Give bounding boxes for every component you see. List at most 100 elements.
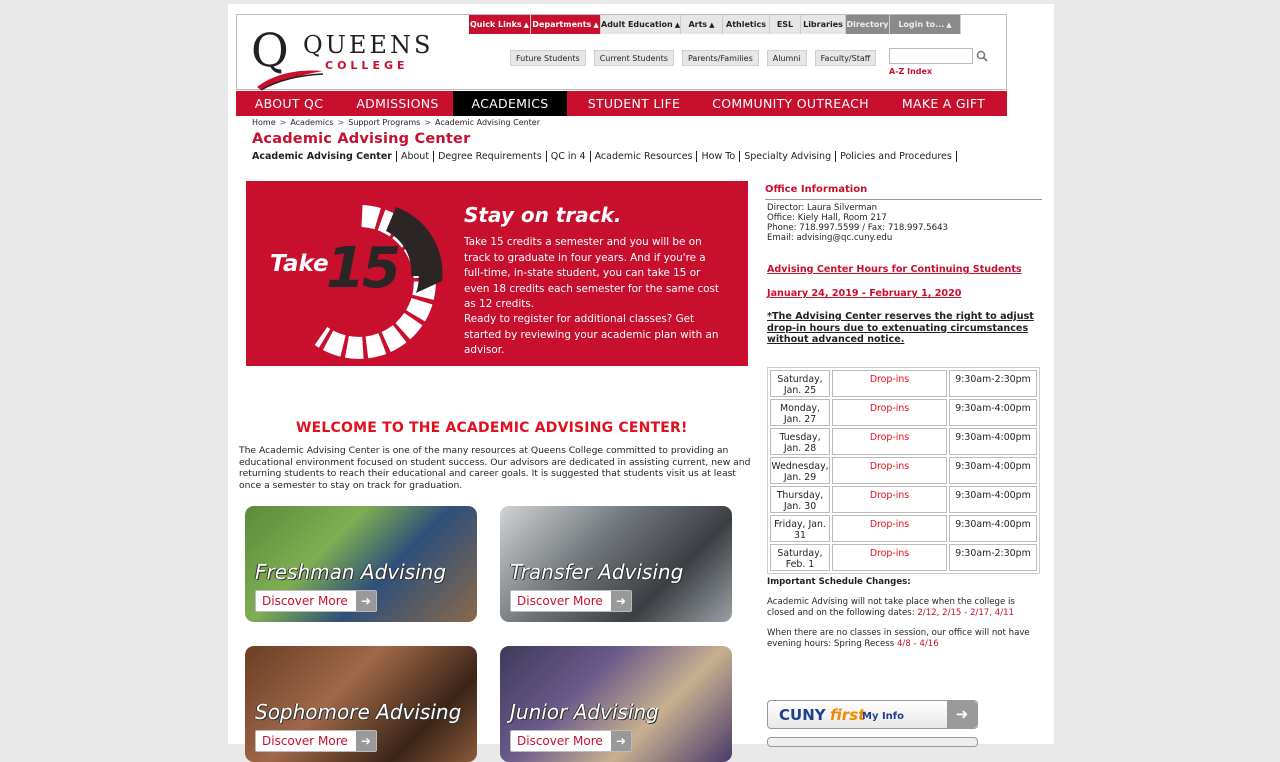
section-nav-item[interactable]: Policies and Procedures	[836, 151, 957, 162]
office-email[interactable]: Email: advising@qc.cuny.edu	[767, 233, 948, 243]
section-nav-item[interactable]: About	[396, 151, 435, 162]
discover-more-label: Discover More	[262, 594, 348, 608]
hours-type: Drop-ins	[832, 370, 947, 397]
hours-table: Saturday, Jan. 25 Drop-ins 9:30am-2:30pm Mo…	[767, 367, 1040, 574]
office-location: Office: Kiely Hall, Room 217	[767, 213, 887, 223]
caret-up-icon: ▲	[674, 21, 681, 29]
arrow-right-icon: ➜	[356, 591, 376, 611]
hours-time: 9:30am-2:30pm	[949, 370, 1037, 397]
tile-title: Sophomore Advising	[255, 700, 462, 724]
discover-more-button[interactable]: Discover More ➜	[510, 730, 632, 752]
advising-tile[interactable]: Junior Advising Discover More ➜	[500, 646, 732, 762]
az-index-link[interactable]: A-Z Index	[889, 67, 932, 76]
caret-up-icon: ▲	[709, 21, 715, 29]
audience-link[interactable]: Current Students	[593, 50, 674, 66]
discover-more-button[interactable]: Discover More ➜	[510, 590, 632, 612]
discover-more-button[interactable]: Discover More ➜	[255, 730, 377, 752]
breadcrumb: Home > Academics > Support Programs > Academic…	[252, 118, 540, 127]
hours-day: Monday, Jan. 27	[770, 399, 830, 426]
utility-nav-item[interactable]: Login to... ▲	[890, 15, 961, 34]
section-nav-item[interactable]: QC in 4	[546, 151, 591, 162]
schedule-recess-note: When there are no classes in session, ou…	[767, 628, 1037, 649]
advising-tile[interactable]: Freshman Advising Discover More ➜	[245, 506, 477, 622]
caret-up-icon: ▲	[523, 21, 530, 29]
hours-link[interactable]: Advising Center Hours for Continuing Stu…	[767, 264, 1022, 275]
banner-text: Take 15 credits a semester and you will …	[464, 236, 720, 310]
breadcrumb-item[interactable]: Support Programs	[348, 118, 420, 127]
utility-nav-label: Departments	[532, 20, 592, 29]
utility-nav-item[interactable]: Arts ▲	[681, 15, 723, 34]
utility-nav-label: Quick Links	[469, 20, 522, 29]
audience-link[interactable]: Future Students	[510, 50, 586, 66]
audience-link[interactable]: Parents/Families	[681, 50, 759, 66]
hours-row: Saturday, Jan. 25 Drop-ins 9:30am-2:30pm	[770, 370, 1037, 397]
hours-type: Drop-ins	[832, 428, 947, 455]
utility-nav-item[interactable]: Directory	[846, 15, 890, 34]
schedule-recess-dates: 4/8 - 4/16	[896, 638, 939, 649]
utility-nav-label: ESL	[776, 20, 794, 29]
banner-title: Stay on track.	[464, 203, 622, 227]
tile-title: Transfer Advising	[510, 560, 684, 584]
banner-cta-text: Ready to register for additional classes…	[464, 313, 719, 356]
breadcrumb-item[interactable]: Home	[252, 118, 276, 127]
main-nav-item[interactable]: COMMUNITY OUTREACH	[701, 91, 880, 116]
schedule-changes-heading: Important Schedule Changes:	[767, 577, 911, 587]
utility-nav-item[interactable]: ESL	[770, 15, 801, 34]
section-nav-item[interactable]: Academic Advising Center	[252, 151, 397, 162]
office-info-heading: Office Information	[765, 184, 868, 195]
utility-nav-label: Directory	[846, 20, 889, 29]
section-nav: Academic Advising Center About Degree Requ…	[252, 151, 957, 162]
utility-nav-item[interactable]: Departments ▲	[531, 15, 601, 34]
advising-tile[interactable]: Transfer Advising Discover More ➜	[500, 506, 732, 622]
advising-tile[interactable]: Sophomore Advising Discover More ➜	[245, 646, 477, 762]
date-range-link[interactable]: January 24, 2019 - February 1, 2020	[767, 288, 961, 299]
main-nav-item[interactable]: ABOUT QC	[236, 91, 342, 116]
cunyfirst-button[interactable]: CUNY first My Info ➜	[767, 700, 978, 729]
search-icon[interactable]	[976, 50, 988, 62]
main-nav-item[interactable]: ADMISSIONS	[342, 91, 453, 116]
breadcrumb-item[interactable]: Academics	[290, 118, 333, 127]
section-nav-item[interactable]: How To	[697, 151, 741, 162]
audience-nav: Future Students Current Students Parents/F…	[510, 50, 884, 66]
utility-nav-label: Adult Education	[601, 20, 673, 29]
discover-more-label: Discover More	[517, 594, 603, 608]
office-director: Director: Laura Silverman	[767, 203, 878, 213]
discover-more-label: Discover More	[262, 734, 348, 748]
office-phone: Phone: 718.997.5599 / Fax: 718.997.5643	[767, 223, 949, 233]
hours-time: 9:30am-4:00pm	[949, 457, 1037, 484]
take-15-banner[interactable]: Take 15 Stay on track. Take 15 credits a…	[246, 181, 748, 366]
cuny-first-label: first	[830, 706, 866, 724]
breadcrumb-item[interactable]: Academic Advising Center	[435, 118, 540, 127]
utility-nav-item[interactable]: Adult Education ▲	[601, 15, 681, 34]
audience-link[interactable]: Alumni	[766, 50, 807, 66]
caret-up-icon: ▲	[946, 21, 952, 29]
utility-nav-item[interactable]: Libraries	[801, 15, 846, 34]
audience-link[interactable]: Faculty/Staff	[814, 50, 877, 66]
discover-more-button[interactable]: Discover More ➜	[255, 590, 377, 612]
utility-nav-label: Arts	[688, 20, 708, 29]
utility-nav: Quick Links ▲ Departments ▲ Adult Education ▲…	[469, 15, 1007, 34]
utility-nav-item[interactable]: Quick Links ▲	[469, 15, 531, 34]
main-nav-item[interactable]: STUDENT LIFE	[567, 91, 701, 116]
section-nav-item[interactable]: Degree Requirements	[434, 151, 547, 162]
logo-swoosh-icon	[257, 70, 324, 91]
logo-subtitle: COLLEGE	[325, 59, 409, 72]
hours-row: Tuesday, Jan. 28 Drop-ins 9:30am-4:00pm	[770, 428, 1037, 455]
main-nav-item[interactable]: MAKE A GIFT	[880, 91, 1007, 116]
search-input[interactable]	[889, 48, 973, 64]
logo-name: QUEENS	[303, 31, 434, 59]
utility-nav-label: Athletics	[726, 20, 766, 29]
utility-nav-item[interactable]: Athletics	[723, 15, 770, 34]
section-nav-item[interactable]: Specialty Advising	[740, 151, 837, 162]
section-nav-item[interactable]: Academic Resources	[590, 151, 698, 162]
hours-day: Wednesday, Jan. 29	[770, 457, 830, 484]
divider	[765, 199, 1042, 200]
hours-day: Saturday, Jan. 25	[770, 370, 830, 397]
main-nav-item[interactable]: ACADEMICS	[453, 91, 567, 116]
queens-college-logo[interactable]: Q QUEENS COLLEGE	[251, 25, 434, 91]
secondary-link-button[interactable]	[767, 737, 978, 747]
schedule-closure-dates: 2/12, 2/15 - 2/17, 4/11	[917, 607, 1015, 618]
cuny-label: CUNY	[779, 706, 826, 724]
hours-time: 9:30am-4:00pm	[949, 428, 1037, 455]
hours-day: Saturday, Feb. 1	[770, 544, 830, 571]
